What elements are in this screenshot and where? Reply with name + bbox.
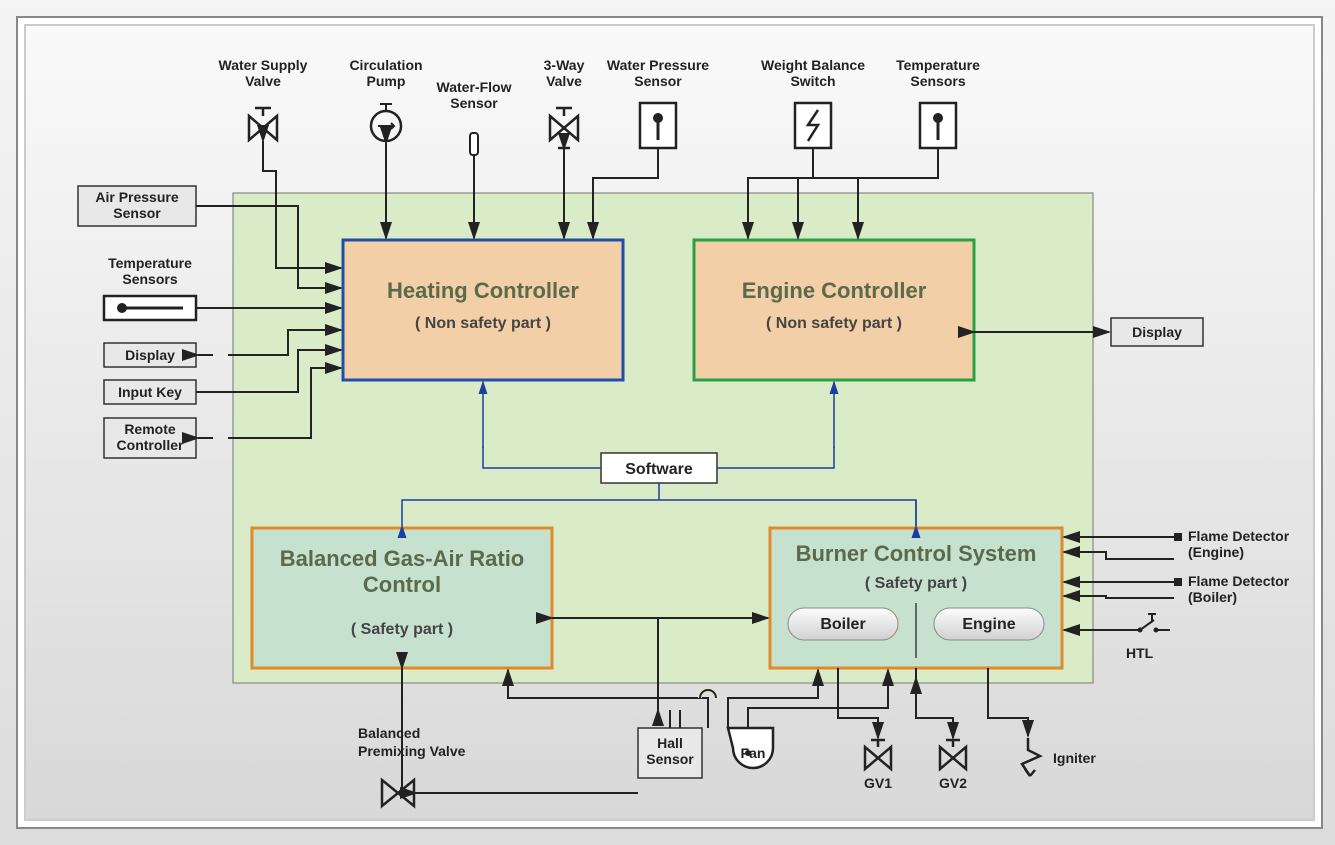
gv2-text: GV2 [939, 775, 967, 791]
label-circulation-pump: CirculationPump [349, 57, 422, 89]
label-water-flow-sensor: Water-FlowSensor [437, 79, 512, 111]
gv2-icon [940, 740, 966, 769]
engine-controller-title: Engine Controller [742, 278, 927, 303]
water-flow-sensor-icon [470, 133, 478, 166]
label-temp-sensors-top: TemperatureSensors [896, 57, 980, 89]
water-supply-valve-icon [249, 108, 277, 140]
heating-controller-box [343, 240, 623, 380]
engine-controller-subtitle: ( Non safety part ) [766, 315, 902, 332]
engine-pill-text: Engine [962, 616, 1015, 633]
flame-detector-engine-text: Flame Detector(Engine) [1188, 528, 1290, 560]
htl-icon [1130, 614, 1170, 633]
display-right-text: Display [1132, 324, 1182, 340]
label-weight-balance-switch: Weight BalanceSwitch [761, 57, 865, 89]
flame-detector-engine-icon [1174, 533, 1182, 541]
three-way-valve-icon [550, 108, 578, 148]
label-water-supply-valve: Water SupplyValve [219, 57, 308, 89]
gv1-icon [865, 740, 891, 769]
heating-controller-subtitle: ( Non safety part ) [415, 315, 551, 332]
label-3way-valve: 3-WayValve [544, 57, 585, 89]
igniter-text: Igniter [1053, 750, 1096, 766]
remote-controller-text: RemoteController [117, 421, 184, 453]
boiler-pill-text: Boiler [820, 616, 865, 633]
flame-detector-boiler-text: Flame Detector(Boiler) [1188, 573, 1290, 605]
burner-subtitle: ( Safety part ) [865, 575, 967, 592]
balanced-premix-label: BalancedPremixing Valve [358, 725, 466, 759]
diagram-frame: Water SupplyValve CirculationPump Water-… [16, 16, 1323, 829]
label-water-pressure-sensor: Water PressureSensor [607, 57, 709, 89]
engine-controller-box [694, 240, 974, 380]
heating-controller-title: Heating Controller [387, 278, 579, 303]
circulation-pump-icon [371, 104, 401, 141]
input-key-text: Input Key [118, 384, 182, 400]
label-temp-sensors-left: TemperatureSensors [108, 255, 192, 287]
burner-title: Burner Control System [796, 541, 1037, 566]
display-left-text: Display [125, 347, 175, 363]
gv1-text: GV1 [864, 775, 892, 791]
igniter-icon [1022, 738, 1040, 776]
conn-hall-arrows [670, 710, 680, 728]
htl-text: HTL [1126, 645, 1154, 661]
software-text: Software [625, 461, 693, 478]
fan-text: Fan [741, 745, 766, 761]
gas-air-subtitle: ( Safety part ) [351, 621, 453, 638]
flame-detector-boiler-icon [1174, 578, 1182, 586]
